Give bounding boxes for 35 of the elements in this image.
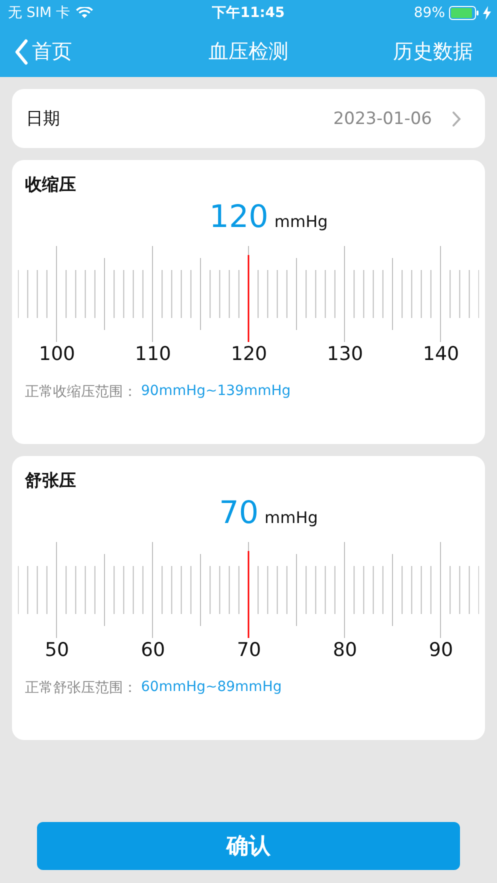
- back-icon: [14, 38, 28, 64]
- battery-percent: 89%: [414, 5, 445, 21]
- chevron-right-icon: [452, 110, 461, 126]
- history-button[interactable]: 历史数据: [393, 38, 473, 65]
- scale-label: 80: [332, 639, 358, 661]
- unit-text: mmHg: [274, 212, 328, 231]
- range-label: 正常舒张压范围：: [25, 679, 137, 697]
- range-value: 90mmHg~139mmHg: [141, 383, 291, 401]
- scale-label: 110: [134, 343, 172, 365]
- unit-text: mmHg: [264, 508, 318, 527]
- date-value: 2023-01-06: [333, 108, 432, 128]
- scale-label: 100: [38, 343, 76, 365]
- measure-value: 70: [219, 495, 259, 531]
- date-row[interactable]: 日期 2023-01-06: [12, 89, 485, 148]
- scale-label: 50: [44, 639, 70, 661]
- carrier-text: 无 SIM 卡: [8, 4, 70, 22]
- range-value: 60mmHg~89mmHg: [141, 679, 282, 697]
- clock-text: 下午11:45: [211, 4, 286, 22]
- measure-title: 收缩压: [25, 174, 76, 196]
- scale-label: 70: [236, 639, 262, 661]
- page-title: 血压检测: [208, 38, 290, 65]
- charging-icon: [483, 6, 491, 20]
- wifi-icon: [76, 7, 93, 19]
- measure-value: 120: [209, 199, 268, 235]
- scale-label: 130: [326, 343, 364, 365]
- measure-title: 舒张压: [25, 470, 76, 492]
- back-button[interactable]: 首页: [14, 38, 72, 65]
- date-label: 日期: [26, 108, 60, 130]
- confirm-button[interactable]: 确认: [37, 822, 460, 870]
- scale-label: 140: [422, 343, 460, 365]
- battery-icon: [449, 6, 479, 20]
- scale-label: 120: [230, 343, 268, 365]
- scale-label: 90: [428, 639, 454, 661]
- scale-label: 60: [140, 639, 166, 661]
- range-label: 正常收缩压范围：: [25, 383, 137, 401]
